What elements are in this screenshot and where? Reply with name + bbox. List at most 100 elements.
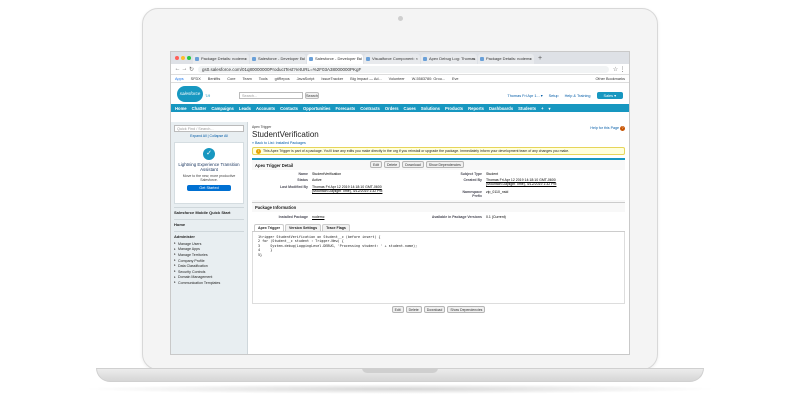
bookmark-apps[interactable]: Apps xyxy=(175,77,184,81)
maximize-window-icon[interactable] xyxy=(187,56,191,60)
edit-button[interactable]: Edit xyxy=(370,161,383,168)
bookmark-item[interactable]: Big Impact — Ad... xyxy=(350,77,381,81)
nav-tab-campaigns[interactable]: Campaigns xyxy=(211,106,234,111)
search-button[interactable]: Search xyxy=(305,92,319,99)
bookmark-item[interactable]: Volunteer xyxy=(389,77,405,81)
browser-tab[interactable]: Salesforce - Developer Ed × xyxy=(250,54,306,64)
app-menu-button[interactable]: Sales ▾ xyxy=(596,92,623,99)
search-input[interactable]: Search... xyxy=(239,92,303,99)
field-label: Available in Package Versions xyxy=(431,215,482,219)
user-menu[interactable]: Thomas Fri Apr 1... ▾ xyxy=(507,93,542,98)
detail-section: Apex Trigger Detail Edit Delete Download… xyxy=(252,158,625,222)
back-arrow-icon[interactable]: ← xyxy=(174,66,181,72)
new-tab-button[interactable]: + xyxy=(538,54,542,64)
delete-button-bottom[interactable]: Delete xyxy=(405,306,422,313)
close-tab-icon[interactable]: × xyxy=(530,54,532,64)
nav-tab-accounts[interactable]: Accounts xyxy=(256,106,275,111)
close-tab-icon[interactable]: × xyxy=(359,54,361,64)
nav-tab-forecasts[interactable]: Forecasts xyxy=(335,106,355,111)
tab-trace-flags[interactable]: Trace Flags xyxy=(322,224,350,231)
url-field[interactable]: gs0.salesforce.com/01q80000000ProductTes… xyxy=(198,65,609,73)
laptop-notch xyxy=(362,368,438,373)
bookmark-item[interactable]: W-5583780: Grou... xyxy=(412,77,445,81)
close-tab-icon[interactable]: × xyxy=(416,54,418,64)
content-area: Apex Trigger StudentVerification Help fo… xyxy=(248,122,629,354)
star-icon[interactable]: ☆ xyxy=(612,66,619,73)
nav-tab-leads[interactable]: Leads xyxy=(239,106,251,111)
salesforce-header: salesforce '19 Search... Search Thomas F… xyxy=(171,83,629,112)
help-link[interactable]: Help for this Page? xyxy=(590,126,625,131)
browser-tab-active[interactable]: Salesforce - Developer Ed × xyxy=(307,54,363,64)
package-warning: This Apex Trigger is part of a package. … xyxy=(252,147,625,155)
show-dependencies-button-bottom[interactable]: Show Dependencies xyxy=(447,306,486,313)
nav-tab-contacts[interactable]: Contacts xyxy=(280,106,298,111)
bookmark-item[interactable]: SFDX xyxy=(191,77,201,81)
nav-tab-more[interactable]: ▾ xyxy=(549,106,551,111)
window-controls[interactable] xyxy=(175,56,191,60)
expand-collapse-links[interactable]: Expand All | Collapse All xyxy=(174,134,244,138)
last-modified-link[interactable]: Thomas Fri Apr 12 2019 14:18:10 GMT-0600… xyxy=(312,185,384,193)
field-label: Namespace Prefix xyxy=(462,190,482,198)
installed-package-link[interactable]: nodemc xyxy=(312,215,384,219)
close-tab-icon[interactable]: × xyxy=(245,54,247,64)
bookmark-item[interactable]: Core xyxy=(227,77,235,81)
get-started-button[interactable]: Get Started xyxy=(187,185,231,192)
bookmark-item[interactable]: IssueTracker xyxy=(321,77,343,81)
browser-tab[interactable]: Apex Debug Log: Thomas × xyxy=(421,54,477,64)
created-by-link[interactable]: Thomas Fri Apr 12 2019 14:18:10 GMT-0600… xyxy=(486,178,558,186)
quick-find-input[interactable]: Quick Find / Search... xyxy=(174,125,244,132)
bookmark-item[interactable]: Benifits xyxy=(208,77,220,81)
nav-tab-cases[interactable]: Cases xyxy=(404,106,416,111)
other-bookmarks[interactable]: Other Bookmarks xyxy=(595,77,625,81)
nav-tab-opportunities[interactable]: Opportunities xyxy=(303,106,330,111)
header-links: Thomas Fri Apr 1... ▾ Setup Help & Train… xyxy=(507,92,623,99)
field-value: Student xyxy=(486,172,499,176)
nav-tab-orders[interactable]: Orders xyxy=(385,106,399,111)
tab-version-settings[interactable]: Version Settings xyxy=(284,224,322,231)
close-window-icon[interactable] xyxy=(175,56,179,60)
help-question-icon: ? xyxy=(620,126,625,131)
nav-tab-products[interactable]: Products xyxy=(445,106,463,111)
back-to-list-link[interactable]: « Back to List: Installed Packages xyxy=(252,141,625,145)
nav-tab-dashboards[interactable]: Dashboards xyxy=(489,106,513,111)
reload-icon[interactable]: ↻ xyxy=(188,66,195,73)
bookmark-item[interactable]: Eve xyxy=(452,77,459,81)
forward-arrow-icon[interactable]: → xyxy=(181,66,188,72)
delete-button[interactable]: Delete xyxy=(384,161,401,168)
menu-icon[interactable]: ⋮ xyxy=(619,66,626,73)
sidebar-mobile-quickstart[interactable]: Salesforce Mobile Quick Start xyxy=(174,207,244,217)
close-tab-icon[interactable]: × xyxy=(473,54,475,64)
close-tab-icon[interactable]: × xyxy=(302,54,304,64)
edit-button-bottom[interactable]: Edit xyxy=(391,306,404,313)
code-tabs: Apex Trigger Version Settings Trace Flag… xyxy=(252,224,625,232)
show-dependencies-button[interactable]: Show Dependencies xyxy=(425,161,464,168)
tab-apex-trigger[interactable]: Apex Trigger xyxy=(254,224,284,231)
bookmark-item[interactable]: Tools xyxy=(259,77,268,81)
browser-tab[interactable]: Package Details: nodemc × xyxy=(478,54,534,64)
help-training-link[interactable]: Help & Training xyxy=(565,94,591,98)
nav-tab-students[interactable]: Students xyxy=(518,106,536,111)
page-kicker: Apex Trigger xyxy=(252,125,272,129)
main-area: Quick Find / Search... Expand All | Coll… xyxy=(171,122,629,354)
bookmark-item[interactable]: JavaScript xyxy=(297,77,315,81)
nav-tab-add[interactable]: + xyxy=(541,106,543,111)
setup-link[interactable]: Setup xyxy=(549,94,559,98)
salesforce-logo[interactable]: salesforce xyxy=(177,86,203,102)
nav-tab-contracts[interactable]: Contracts xyxy=(360,106,380,111)
nav-tab-home[interactable]: Home xyxy=(175,106,187,111)
minimize-window-icon[interactable] xyxy=(181,56,185,60)
trigger-code: 1trigger StudentVerification on Student_… xyxy=(252,232,625,304)
download-button[interactable]: Download xyxy=(402,161,424,168)
sidebar-home[interactable]: Home xyxy=(174,219,244,229)
browser-tab[interactable]: Visualforce Component: × xyxy=(364,54,420,64)
bookmark-item[interactable]: gitRepos xyxy=(275,77,290,81)
nav-tab-reports[interactable]: Reports xyxy=(468,106,484,111)
nav-tab-chatter[interactable]: Chatter xyxy=(192,106,207,111)
bookmark-item[interactable]: Team xyxy=(242,77,251,81)
nav-tab-solutions[interactable]: Solutions xyxy=(421,106,440,111)
lex-subtitle: Move to the new, more productive Salesfo… xyxy=(182,174,236,183)
sidebar-item-communication-templates[interactable]: Communication Templates xyxy=(174,280,244,286)
download-button-bottom[interactable]: Download xyxy=(423,306,446,313)
browser-tab[interactable]: Package Details: nodemc × xyxy=(193,54,249,64)
lightning-check-icon: ✓ xyxy=(203,148,215,160)
